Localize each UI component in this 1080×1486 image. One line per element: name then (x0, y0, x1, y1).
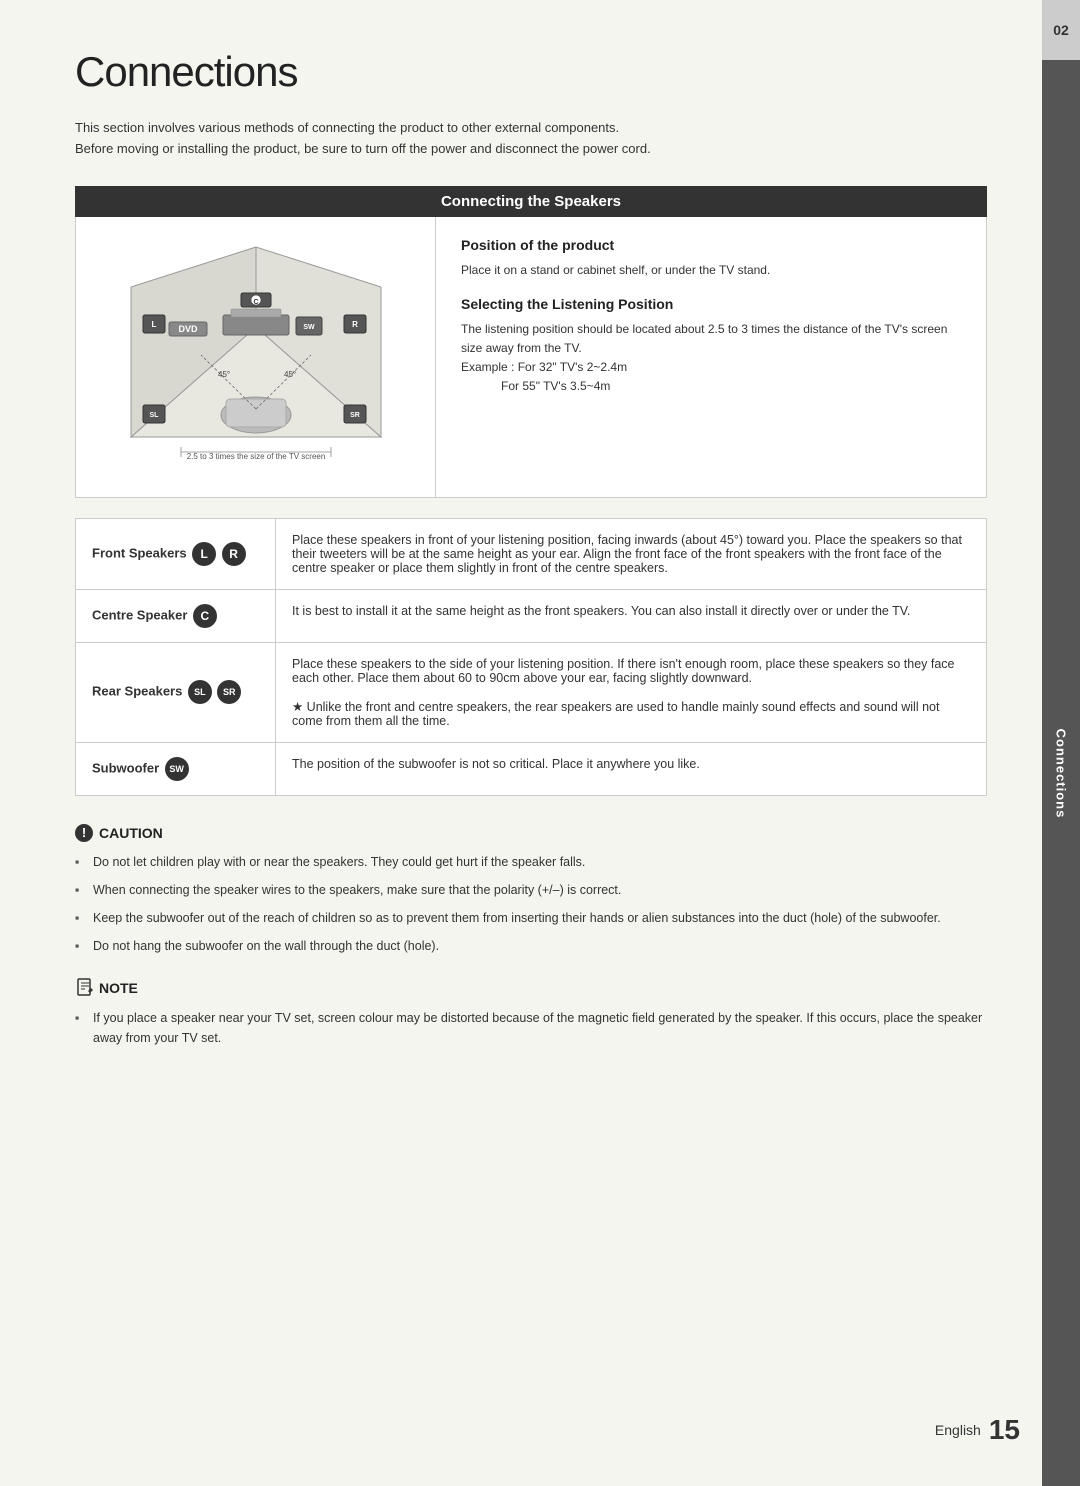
caution-item: Do not let children play with or near th… (75, 852, 987, 872)
description-area: Position of the product Place it on a st… (436, 217, 986, 497)
svg-text:SW: SW (303, 324, 315, 331)
caution-item: Keep the subwoofer out of the reach of c… (75, 908, 987, 928)
rear-speakers-label: Rear Speakers SL SR (76, 642, 276, 742)
badge-SW: SW (165, 757, 189, 781)
caution-item: When connecting the speaker wires to the… (75, 880, 987, 900)
badge-L: L (192, 542, 216, 566)
intro-line1: This section involves various methods of… (75, 118, 987, 139)
room-diagram-svg: DVD C SW R L (101, 237, 411, 477)
section-label: Connections (1042, 60, 1080, 1486)
note-list: If you place a speaker near your TV set,… (75, 1008, 987, 1048)
svg-text:R: R (352, 320, 358, 329)
table-row: Subwoofer SW The position of the subwoof… (76, 742, 987, 795)
svg-text:SL: SL (149, 412, 159, 419)
intro-text: This section involves various methods of… (75, 118, 987, 160)
side-tab: 02 Connections (1042, 0, 1080, 1486)
section-number: 02 (1042, 0, 1080, 60)
note-item: If you place a speaker near your TV set,… (75, 1008, 987, 1048)
note-title: NOTE (75, 978, 987, 998)
svg-text:C: C (253, 299, 258, 306)
svg-text:DVD: DVD (178, 324, 198, 334)
speaker-section: DVD C SW R L (75, 217, 987, 498)
speaker-table: Front Speakers L R Place these speakers … (75, 518, 987, 796)
svg-text:L: L (151, 320, 156, 329)
badge-SL: SL (188, 680, 212, 704)
caution-list: Do not let children play with or near th… (75, 852, 987, 956)
note-icon (75, 978, 95, 998)
front-speakers-label: Front Speakers L R (76, 518, 276, 589)
table-row: Front Speakers L R Place these speakers … (76, 518, 987, 589)
front-speakers-desc: Place these speakers in front of your li… (276, 518, 987, 589)
svg-text:45°: 45° (218, 370, 230, 379)
position-text: Place it on a stand or cabinet shelf, or… (461, 261, 961, 280)
centre-speaker-desc: It is best to install it at the same hei… (276, 589, 987, 642)
main-content: Connections This section involves variou… (0, 0, 1042, 1486)
rear-speakers-desc: Place these speakers to the side of your… (276, 642, 987, 742)
table-row: Rear Speakers SL SR Place these speakers… (76, 642, 987, 742)
position-title: Position of the product (461, 237, 961, 253)
page-number: 15 (989, 1414, 1020, 1446)
svg-text:SR: SR (350, 412, 360, 419)
svg-text:2.5 to 3 times the size of the: 2.5 to 3 times the size of the TV screen (186, 452, 325, 461)
svg-text:45°: 45° (284, 370, 296, 379)
diagram-area: DVD C SW R L (76, 217, 436, 497)
caution-icon: ! (75, 824, 93, 842)
subwoofer-desc: The position of the subwoofer is not so … (276, 742, 987, 795)
section-header: Connecting the Speakers (75, 186, 987, 217)
page-language: English (935, 1422, 981, 1438)
caution-item: Do not hang the subwoofer on the wall th… (75, 936, 987, 956)
note-section: NOTE If you place a speaker near your TV… (75, 978, 987, 1048)
page-footer: English 15 (935, 1414, 1020, 1446)
subwoofer-label: Subwoofer SW (76, 742, 276, 795)
page-title: Connections (75, 48, 987, 96)
caution-section: ! CAUTION Do not let children play with … (75, 824, 987, 956)
badge-R: R (222, 542, 246, 566)
intro-line2: Before moving or installing the product,… (75, 139, 987, 160)
centre-speaker-label: Centre Speaker C (76, 589, 276, 642)
caution-title: ! CAUTION (75, 824, 987, 842)
table-row: Centre Speaker C It is best to install i… (76, 589, 987, 642)
badge-SR: SR (217, 680, 241, 704)
listening-text: The listening position should be located… (461, 320, 961, 397)
badge-C: C (193, 604, 217, 628)
listening-title: Selecting the Listening Position (461, 296, 961, 312)
